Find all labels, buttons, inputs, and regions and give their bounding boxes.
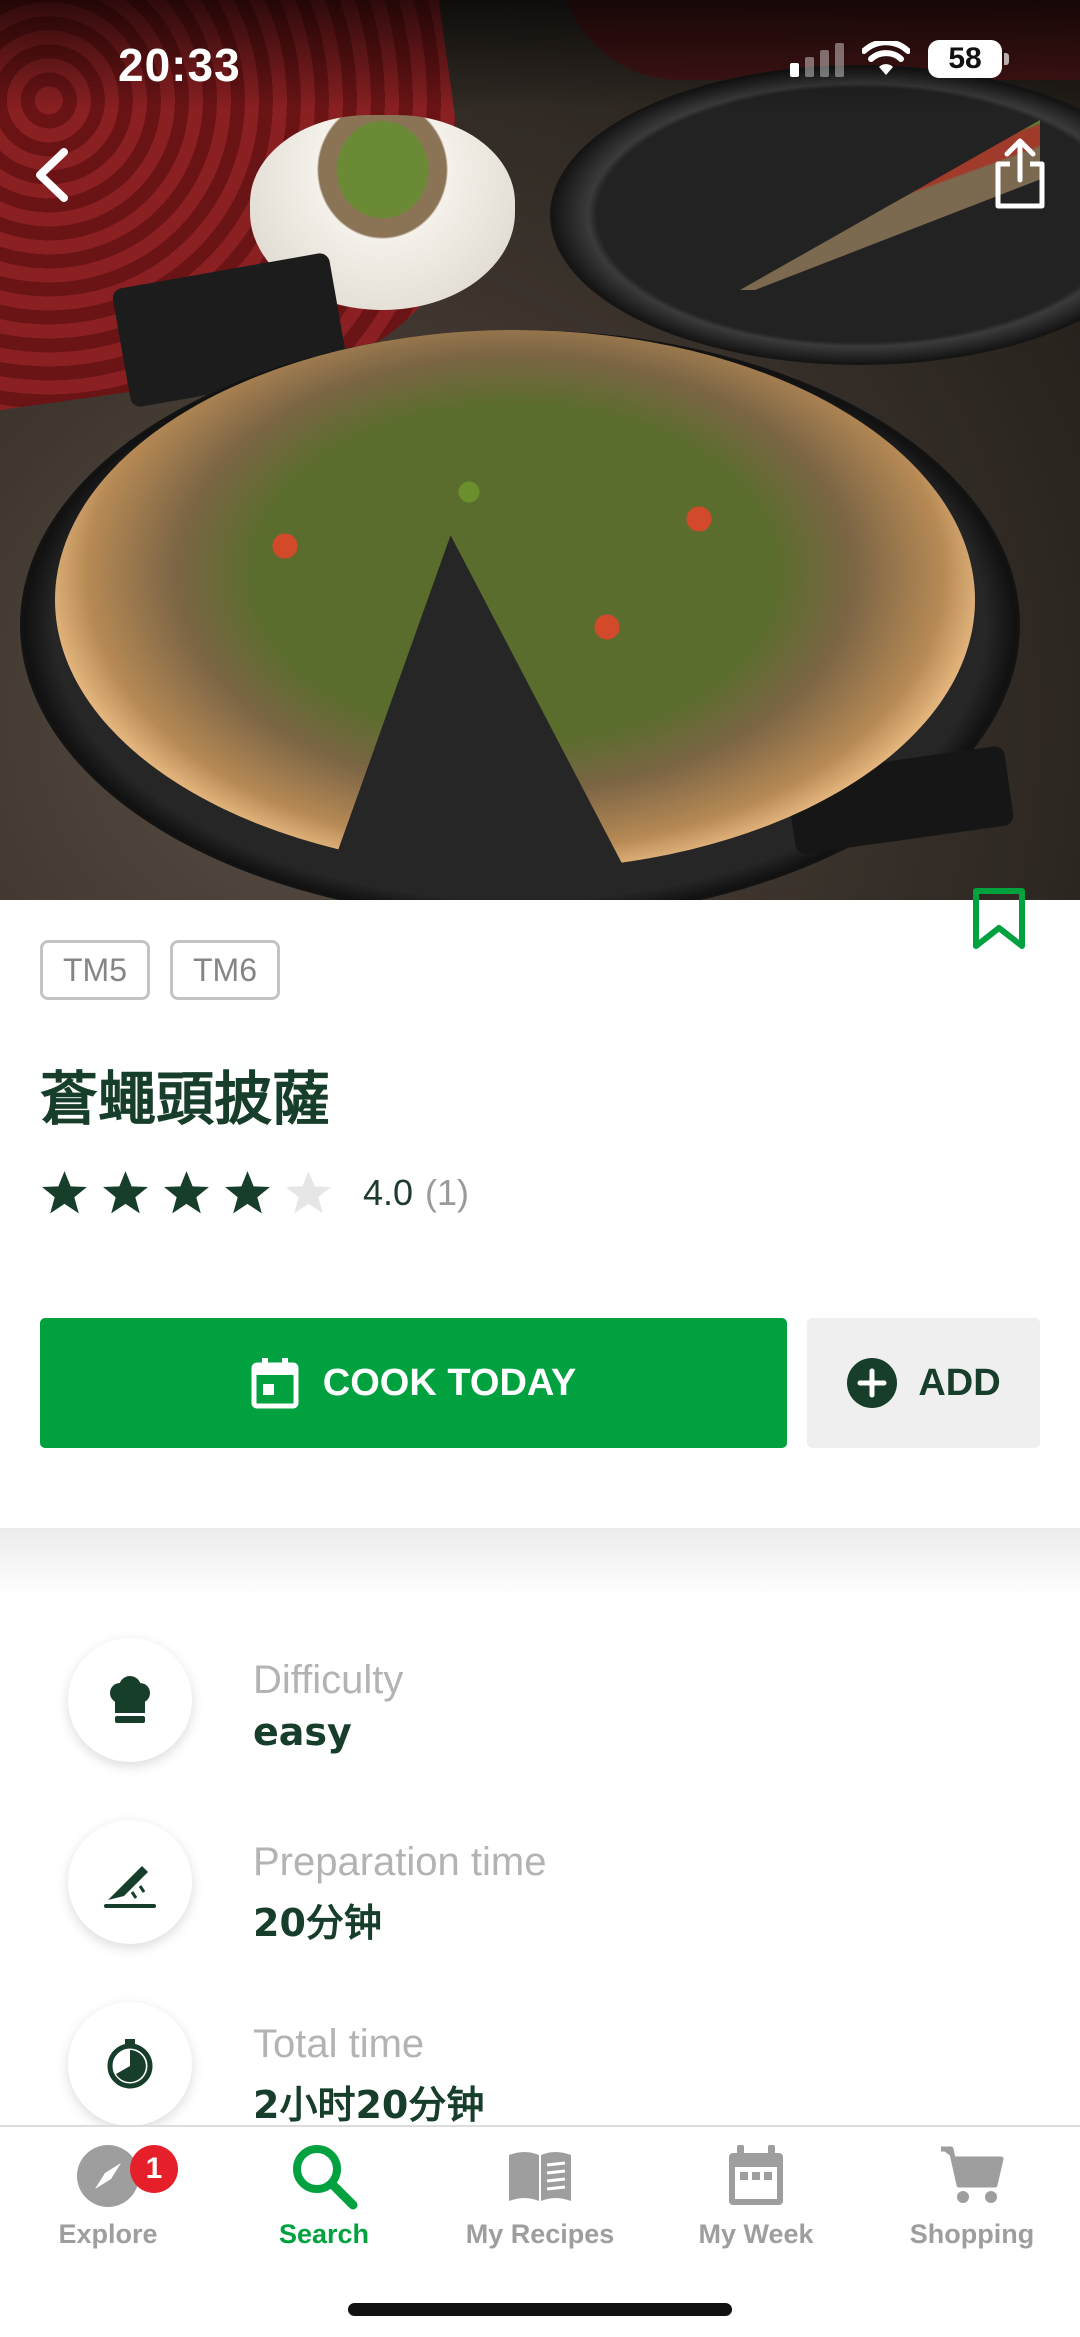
recipe-title: 蒼蠅頭披薩 xyxy=(40,1065,331,1133)
notification-badge: 1 xyxy=(130,2145,178,2193)
bookmark-button[interactable] xyxy=(970,888,1028,950)
detail-label: Difficulty xyxy=(253,1658,404,1702)
detail-value: easy xyxy=(253,1710,352,1754)
share-button[interactable] xyxy=(990,136,1050,212)
chef-hat-icon xyxy=(110,1676,150,1723)
status-time: 20:33 xyxy=(118,39,241,91)
tab-label: My Recipes xyxy=(465,2219,615,2249)
battery-indicator: 58 xyxy=(928,40,1009,78)
star-filled-icon xyxy=(103,1171,148,1214)
preparation-time-row: Preparation time 20分钟 xyxy=(68,1820,1028,1950)
tab-label: My Week xyxy=(698,2219,814,2249)
star-filled-icon xyxy=(225,1171,270,1214)
tab-my-recipes[interactable]: My Recipes xyxy=(432,2141,648,2250)
chevron-left-icon xyxy=(36,148,68,202)
detail-label: Preparation time xyxy=(253,1840,547,1884)
back-button[interactable] xyxy=(22,140,82,210)
star-filled-icon xyxy=(42,1171,87,1214)
tag-tm6: TM6 xyxy=(170,940,280,1000)
cellular-signal-icon xyxy=(790,41,844,77)
rating[interactable]: 4.0 (1) xyxy=(40,1168,469,1217)
recipe-hero-image xyxy=(0,0,1080,900)
search-icon xyxy=(293,2145,358,2210)
tab-shopping[interactable]: Shopping xyxy=(864,2141,1080,2250)
tab-search[interactable]: Search xyxy=(216,2141,432,2250)
plus-circle-icon xyxy=(847,1358,898,1408)
detail-label: Total time xyxy=(253,2022,425,2066)
knife-icon xyxy=(104,1866,156,1908)
tag-tm5: TM5 xyxy=(40,940,150,1000)
share-icon xyxy=(995,138,1045,209)
rating-stars xyxy=(40,1168,333,1217)
status-icons: 58 xyxy=(790,40,1009,78)
cook-today-button[interactable]: COOK TODAY xyxy=(40,1318,787,1448)
total-time-row: Total time 2小时20分钟 xyxy=(68,2002,1028,2132)
tab-my-week[interactable]: My Week xyxy=(648,2141,864,2250)
wifi-icon xyxy=(862,41,910,75)
star-empty-icon xyxy=(286,1171,331,1214)
rating-value: 4.0 xyxy=(363,1171,414,1213)
cook-today-label: COOK TODAY xyxy=(322,1361,577,1404)
rating-count: (1) xyxy=(425,1171,470,1213)
calendar-icon xyxy=(251,1358,299,1409)
home-indicator xyxy=(348,2303,732,2316)
device-tags: TM5 TM6 xyxy=(40,940,280,1000)
star-filled-icon xyxy=(164,1171,209,1214)
tab-label: Search xyxy=(278,2219,370,2249)
tab-label: Shopping xyxy=(909,2219,1035,2249)
add-label: ADD xyxy=(918,1361,1001,1404)
tab-explore[interactable]: Explore 1 xyxy=(0,2141,216,2250)
section-divider xyxy=(0,1528,1080,1598)
cart-icon xyxy=(941,2146,1004,2203)
book-icon xyxy=(509,2152,571,2201)
timer-icon xyxy=(107,2039,153,2089)
bookmark-icon xyxy=(973,888,1025,949)
detail-value: 2小时20分钟 xyxy=(253,2083,485,2127)
tab-label: Explore xyxy=(58,2219,158,2249)
calendar-icon xyxy=(729,2145,783,2205)
add-button[interactable]: ADD xyxy=(807,1318,1040,1448)
detail-value: 20分钟 xyxy=(253,1901,382,1945)
difficulty-row: Difficulty easy xyxy=(68,1638,1028,1768)
